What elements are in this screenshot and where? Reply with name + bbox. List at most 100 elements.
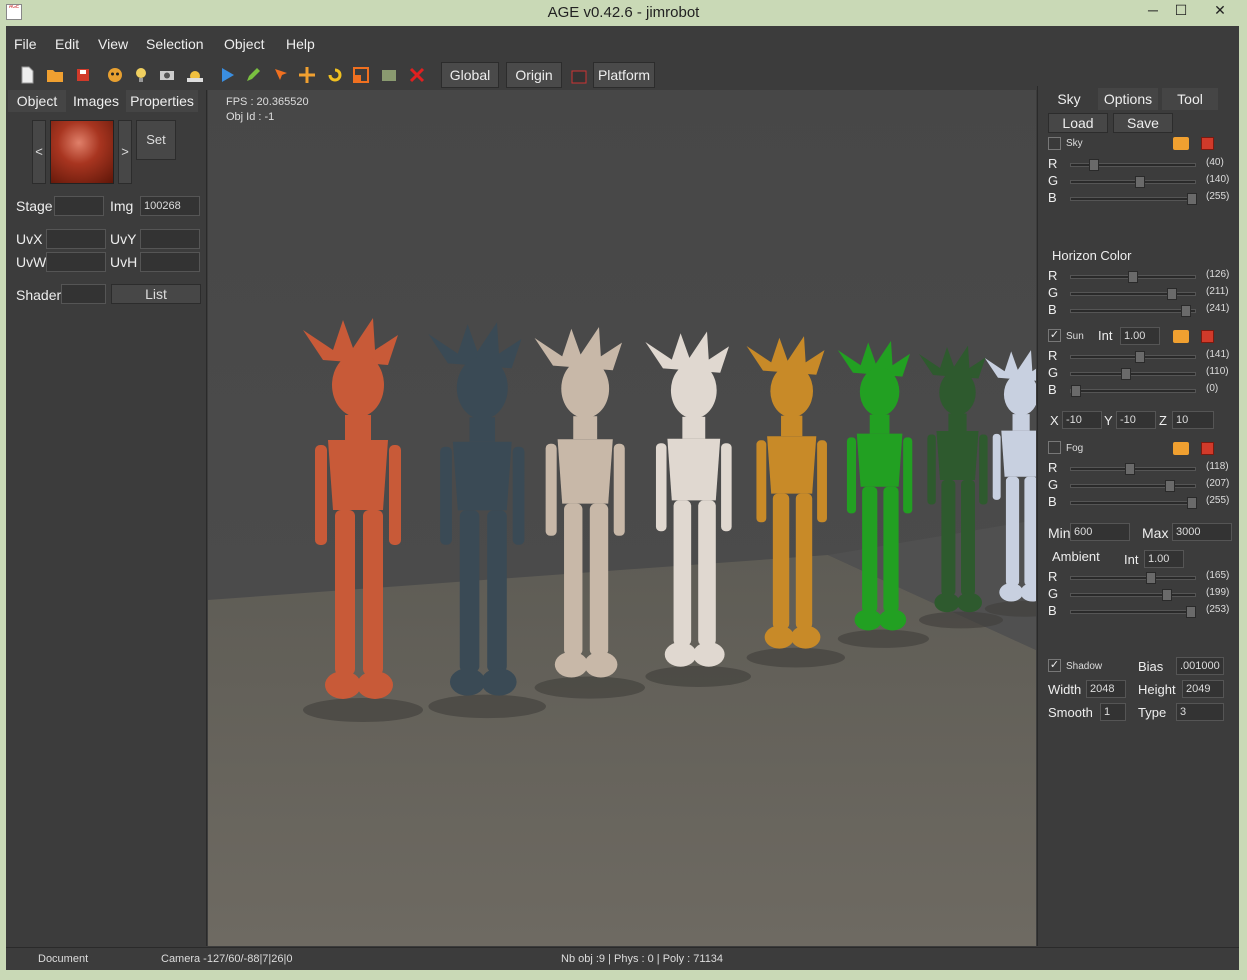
save-sky-button[interactable]: Save bbox=[1113, 113, 1173, 133]
open-folder-icon[interactable] bbox=[44, 64, 66, 86]
horizon-r-slider[interactable] bbox=[1070, 271, 1196, 283]
ambient-int-input[interactable]: 1.00 bbox=[1144, 550, 1184, 568]
sun-b-slider-thumb[interactable] bbox=[1071, 385, 1081, 397]
tab-sky[interactable]: Sky bbox=[1046, 88, 1092, 110]
tab-properties[interactable]: Properties bbox=[126, 90, 198, 112]
origin-button[interactable]: Origin bbox=[506, 62, 562, 88]
tab-object[interactable]: Object bbox=[8, 90, 66, 112]
sun-save-icon[interactable] bbox=[1201, 330, 1214, 343]
tab-tool[interactable]: Tool bbox=[1162, 88, 1218, 110]
image-icon[interactable] bbox=[378, 64, 400, 86]
sky-save-icon[interactable] bbox=[1201, 137, 1214, 150]
fog-g-slider-thumb[interactable] bbox=[1165, 480, 1175, 492]
sun-r-slider-thumb[interactable] bbox=[1135, 351, 1145, 363]
fog-b-slider[interactable] bbox=[1070, 497, 1197, 509]
z-input[interactable]: 10 bbox=[1172, 411, 1214, 429]
sky-r-slider-thumb[interactable] bbox=[1089, 159, 1099, 171]
global-button[interactable]: Global bbox=[441, 62, 499, 88]
ambient-b-slider-thumb[interactable] bbox=[1186, 606, 1196, 618]
sun-checkbox[interactable]: ✓ bbox=[1048, 329, 1061, 342]
scale-icon[interactable] bbox=[350, 64, 372, 86]
fog-r-slider-thumb[interactable] bbox=[1125, 463, 1135, 475]
shadow-height-input[interactable]: 2049 bbox=[1182, 680, 1224, 698]
sky-g-slider[interactable] bbox=[1070, 176, 1196, 188]
ambient-g-slider[interactable] bbox=[1070, 589, 1196, 601]
camera-icon[interactable] bbox=[156, 64, 178, 86]
close-button[interactable]: ✕ bbox=[1200, 0, 1240, 22]
fog-g-slider[interactable] bbox=[1070, 480, 1196, 492]
select-arrow-icon[interactable] bbox=[270, 64, 292, 86]
menu-selection[interactable]: Selection bbox=[146, 36, 204, 52]
sky-b-slider[interactable] bbox=[1070, 193, 1197, 205]
uvh-input[interactable] bbox=[140, 252, 200, 272]
uvy-input[interactable] bbox=[140, 229, 200, 249]
fog-b-slider-thumb[interactable] bbox=[1187, 497, 1197, 509]
fog-save-icon[interactable] bbox=[1201, 442, 1214, 455]
ambient-b-slider[interactable] bbox=[1070, 606, 1196, 618]
sky-folder-icon[interactable] bbox=[1173, 137, 1189, 150]
list-button[interactable]: List bbox=[111, 284, 201, 304]
menu-object[interactable]: Object bbox=[224, 36, 264, 52]
minimize-button[interactable]: ─ bbox=[1138, 0, 1168, 22]
menu-file[interactable]: File bbox=[14, 36, 37, 52]
shadow-checkbox[interactable]: ✓ bbox=[1048, 659, 1061, 672]
stage-input[interactable] bbox=[54, 196, 104, 216]
3d-viewport[interactable]: FPS : 20.365520 Obj Id : -1 bbox=[208, 90, 1036, 946]
sun-int-input[interactable]: 1.00 bbox=[1120, 327, 1160, 345]
sun-g-slider[interactable] bbox=[1070, 368, 1196, 380]
menu-edit[interactable]: Edit bbox=[55, 36, 79, 52]
menu-help[interactable]: Help bbox=[286, 36, 315, 52]
fog-r-slider[interactable] bbox=[1070, 463, 1196, 475]
horizon-r-slider-thumb[interactable] bbox=[1128, 271, 1138, 283]
platform-icon[interactable] bbox=[568, 66, 590, 88]
fog-checkbox[interactable] bbox=[1048, 441, 1061, 454]
delete-icon[interactable] bbox=[406, 64, 428, 86]
maximize-button[interactable]: ☐ bbox=[1166, 0, 1196, 22]
save-icon[interactable] bbox=[72, 64, 94, 86]
horizon-b-slider[interactable] bbox=[1070, 305, 1196, 317]
light-bulb-icon[interactable] bbox=[130, 64, 152, 86]
move-icon[interactable] bbox=[296, 64, 318, 86]
set-button[interactable]: Set bbox=[136, 120, 176, 160]
ambient-r-slider[interactable] bbox=[1070, 572, 1196, 584]
type-input[interactable]: 3 bbox=[1176, 703, 1224, 721]
min-input[interactable]: 600 bbox=[1070, 523, 1130, 541]
horizon-g-slider[interactable] bbox=[1070, 288, 1196, 300]
sun-folder-icon[interactable] bbox=[1173, 330, 1189, 343]
prev-image-button[interactable]: < bbox=[32, 120, 46, 184]
pencil-icon[interactable] bbox=[242, 64, 264, 86]
uvx-input[interactable] bbox=[46, 229, 106, 249]
horizon-g-slider-thumb[interactable] bbox=[1167, 288, 1177, 300]
new-file-icon[interactable] bbox=[16, 64, 38, 86]
y-input[interactable]: -10 bbox=[1116, 411, 1156, 429]
x-input[interactable]: -10 bbox=[1062, 411, 1102, 429]
load-button[interactable]: Load bbox=[1048, 113, 1108, 133]
sky-r-slider[interactable] bbox=[1070, 159, 1196, 171]
sky-g-slider-thumb[interactable] bbox=[1135, 176, 1145, 188]
sun-b-slider[interactable] bbox=[1070, 385, 1196, 397]
uvw-input[interactable] bbox=[46, 252, 106, 272]
smooth-input[interactable]: 1 bbox=[1100, 703, 1126, 721]
img-input[interactable]: 100268 bbox=[140, 196, 200, 216]
platform-button[interactable]: Platform bbox=[593, 62, 655, 88]
sky-icon[interactable] bbox=[184, 64, 206, 86]
next-image-button[interactable]: > bbox=[118, 120, 132, 184]
shader-input[interactable] bbox=[61, 284, 106, 304]
sun-r-slider[interactable] bbox=[1070, 351, 1196, 363]
play-icon[interactable] bbox=[216, 64, 238, 86]
shadow-width-input[interactable]: 2048 bbox=[1086, 680, 1126, 698]
sky-b-slider-thumb[interactable] bbox=[1187, 193, 1197, 205]
max-input[interactable]: 3000 bbox=[1172, 523, 1232, 541]
horizon-b-slider-thumb[interactable] bbox=[1181, 305, 1191, 317]
tab-options[interactable]: Options bbox=[1098, 88, 1158, 110]
sky-checkbox[interactable] bbox=[1048, 137, 1061, 150]
tab-images[interactable]: Images bbox=[66, 90, 126, 112]
menu-view[interactable]: View bbox=[98, 36, 128, 52]
ambient-g-slider-thumb[interactable] bbox=[1162, 589, 1172, 601]
rotate-icon[interactable] bbox=[324, 64, 346, 86]
bias-input[interactable]: .001000 bbox=[1176, 657, 1224, 675]
ambient-r-slider-thumb[interactable] bbox=[1146, 572, 1156, 584]
character-icon[interactable] bbox=[104, 64, 126, 86]
sun-g-slider-thumb[interactable] bbox=[1121, 368, 1131, 380]
fog-folder-icon[interactable] bbox=[1173, 442, 1189, 455]
